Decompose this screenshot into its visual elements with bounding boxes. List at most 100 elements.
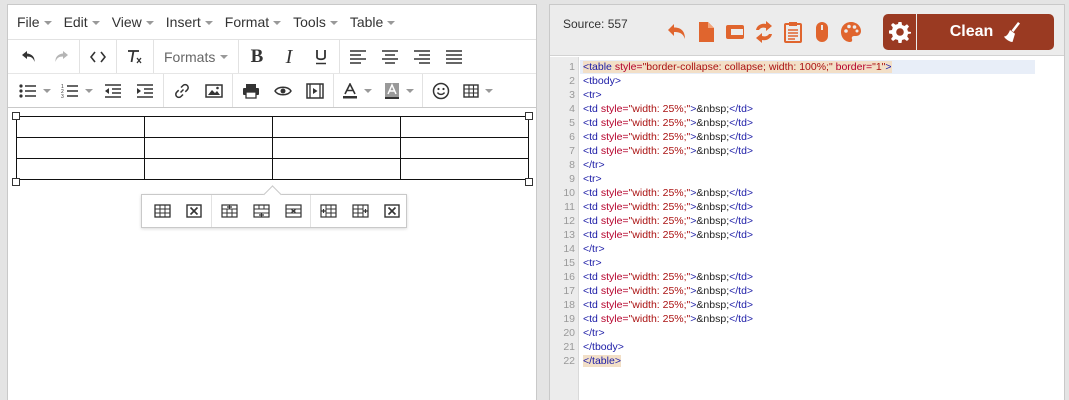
code-token: <td: [583, 285, 601, 297]
code-text: <tr>: [583, 172, 602, 186]
numbered-list-button[interactable]: 123: [55, 77, 97, 105]
menu-format[interactable]: Format: [219, 9, 287, 35]
source-undo-button[interactable]: [662, 18, 691, 46]
table-cell[interactable]: [144, 137, 273, 159]
text-color-button[interactable]: [336, 77, 378, 105]
align-right-button[interactable]: [406, 43, 438, 71]
code-token: &nbsp;: [696, 299, 730, 311]
align-justify-button[interactable]: [438, 43, 470, 71]
code-lines: 1 <table style="border-collapse: collapse…: [550, 60, 1064, 368]
bullet-list-icon: [19, 83, 36, 98]
bold-button[interactable]: B: [241, 43, 273, 71]
code-token: style=: [600, 131, 629, 143]
code-text: <td style="width: 25%;">&nbsp;</td>: [583, 298, 753, 312]
align-left-button[interactable]: [342, 43, 374, 71]
preview-button[interactable]: [267, 77, 299, 105]
chevron-down-icon: [43, 21, 52, 25]
resize-handle-bottom-left[interactable]: [12, 178, 20, 186]
mouse-icon: [815, 22, 828, 42]
code-token: &nbsp;: [696, 187, 730, 199]
insert-row-before-button[interactable]: [213, 197, 245, 225]
eye-icon: [274, 86, 292, 95]
delete-table-button[interactable]: [178, 197, 210, 225]
delete-column-button[interactable]: [376, 197, 408, 225]
clean-button[interactable]: Clean: [917, 14, 1054, 50]
clean-button-label: Clean: [949, 23, 994, 40]
code-token: &nbsp;: [696, 271, 730, 283]
new-document-button[interactable]: [691, 18, 720, 46]
code-text: <td style="width: 25%;">&nbsp;</td>: [583, 144, 753, 158]
line-number: 3: [569, 89, 575, 101]
menu-tools[interactable]: Tools: [287, 9, 344, 35]
wrap-button[interactable]: [720, 18, 749, 46]
insert-media-button[interactable]: [299, 77, 331, 105]
code-text: <table style="border-collapse: collapse;…: [583, 60, 892, 74]
bullet-list-button[interactable]: [13, 77, 55, 105]
source-code-editor[interactable]: 1 <table style="border-collapse: collapse…: [550, 57, 1064, 400]
table-cell[interactable]: [16, 116, 145, 138]
undo-icon: [22, 50, 35, 62]
indent-button[interactable]: [129, 77, 161, 105]
resize-handle-top-right[interactable]: [525, 112, 533, 120]
menu-file[interactable]: File: [11, 9, 58, 35]
underline-button[interactable]: [305, 43, 337, 71]
table-cell[interactable]: [400, 158, 529, 180]
align-left-icon: [350, 49, 366, 64]
emoticons-button[interactable]: [425, 77, 457, 105]
line-number: 7: [569, 145, 575, 157]
italic-button[interactable]: I: [273, 43, 305, 71]
code-text: <td style="width: 25%;">&nbsp;</td>: [583, 284, 753, 298]
insert-column-before-button[interactable]: [312, 197, 344, 225]
table-button[interactable]: [457, 77, 499, 105]
table-cell[interactable]: [400, 116, 529, 138]
redo-button[interactable]: [45, 43, 77, 71]
palette-button[interactable]: [836, 18, 865, 46]
numbered-list-icon: 123: [61, 84, 78, 98]
menu-insert[interactable]: Insert: [160, 9, 219, 35]
code-line: 19 <td style="width: 25%;">&nbsp;</td>: [550, 312, 1064, 326]
insert-group: [164, 74, 233, 107]
table-cell[interactable]: [400, 137, 529, 159]
resize-handle-top-left[interactable]: [12, 112, 20, 120]
insert-link-button[interactable]: [166, 77, 198, 105]
clipboard-button[interactable]: [778, 18, 807, 46]
menu-edit[interactable]: Edit: [58, 9, 106, 35]
table-cell[interactable]: [16, 158, 145, 180]
content-table[interactable]: [16, 116, 529, 180]
insert-row-after-button[interactable]: [245, 197, 277, 225]
table-cell[interactable]: [16, 137, 145, 159]
code-token: <tr>: [583, 257, 602, 269]
source-code-button[interactable]: [82, 43, 114, 71]
settings-button[interactable]: [883, 14, 916, 50]
menu-view[interactable]: View: [106, 9, 160, 35]
delete-row-button[interactable]: [277, 197, 309, 225]
code-text: </tr>: [583, 242, 605, 256]
insert-image-button[interactable]: [198, 77, 230, 105]
table-cell[interactable]: [144, 158, 273, 180]
line-number: 20: [563, 327, 575, 339]
insert-column-after-button[interactable]: [344, 197, 376, 225]
formats-dropdown[interactable]: Formats: [156, 43, 236, 71]
code-token: "width: 25%;": [628, 145, 691, 157]
sync-button[interactable]: [749, 18, 778, 46]
code-line: 9 <tr>: [550, 172, 1064, 186]
background-color-button[interactable]: [378, 77, 420, 105]
code-text: <td style="width: 25%;">&nbsp;</td>: [583, 312, 753, 326]
table-cell[interactable]: [272, 116, 401, 138]
table-cell[interactable]: [272, 158, 401, 180]
undo-button[interactable]: [13, 43, 45, 71]
editor-content[interactable]: [8, 108, 536, 398]
table-cell[interactable]: [272, 137, 401, 159]
mouse-button[interactable]: [807, 18, 836, 46]
clear-formatting-button[interactable]: [119, 43, 151, 71]
align-center-button[interactable]: [374, 43, 406, 71]
image-icon: [205, 83, 223, 98]
bold-icon: B: [250, 46, 264, 67]
outdent-button[interactable]: [97, 77, 129, 105]
broom-icon: [1004, 22, 1021, 42]
menu-table[interactable]: Table: [344, 9, 401, 35]
table-properties-button[interactable]: [146, 197, 178, 225]
resize-handle-bottom-right[interactable]: [525, 178, 533, 186]
table-cell[interactable]: [144, 116, 273, 138]
print-button[interactable]: [235, 77, 267, 105]
